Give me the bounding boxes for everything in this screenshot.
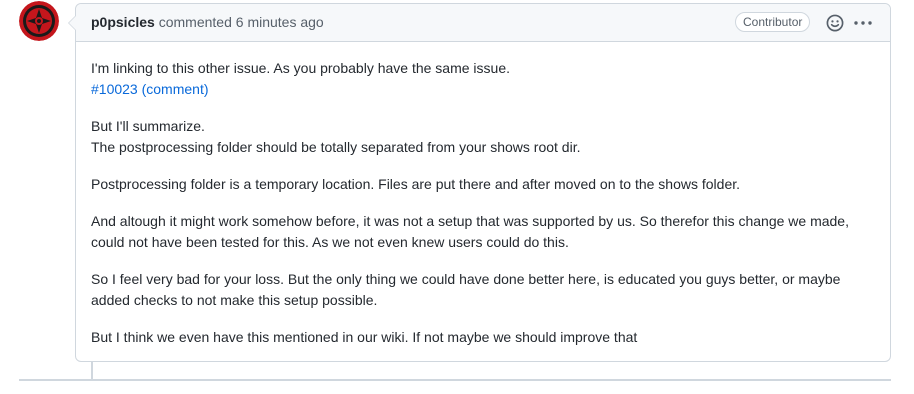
body-paragraph-6: But I think we even have this mentioned … — [91, 329, 638, 345]
kebab-horizontal-icon[interactable] — [853, 14, 873, 32]
avatar[interactable] — [19, 1, 59, 41]
comment-box: p0psicles commented 6 minutes ago Contri… — [68, 3, 891, 362]
comment-header-meta: p0psicles commented 6 minutes ago — [91, 14, 324, 30]
author-link[interactable]: p0psicles — [91, 14, 155, 30]
body-paragraph-5: So I feel very bad for your loss. But th… — [91, 271, 841, 308]
body-text: I'm linking to this other issue. As you … — [91, 60, 511, 76]
issue-comment-link[interactable]: #10023 (comment) — [91, 81, 209, 97]
body-paragraph-3: Postprocessing folder is a temporary loc… — [91, 176, 741, 192]
body-paragraph-2: But I'll summarize. The postprocessing f… — [91, 116, 875, 158]
comment-action: commented — [158, 14, 232, 30]
comment-header: p0psicles commented 6 minutes ago Contri… — [76, 4, 890, 42]
body-text: The postprocessing folder should be tota… — [91, 139, 581, 155]
smiley-icon[interactable] — [826, 14, 844, 32]
avatar-image — [19, 1, 59, 41]
role-badge: Contributor — [735, 12, 811, 32]
timeline-connector — [91, 361, 93, 379]
comment-body: I'm linking to this other issue. As you … — [76, 42, 890, 348]
body-paragraph-1: I'm linking to this other issue. As you … — [91, 58, 875, 100]
issue-timeline: p0psicles commented 6 minutes ago Contri… — [0, 0, 914, 394]
body-paragraph-4: And altough it might work somehow before… — [91, 213, 849, 250]
comment-timestamp[interactable]: 6 minutes ago — [236, 14, 324, 30]
comment-caret-fill — [69, 16, 76, 30]
timeline-divider — [19, 379, 891, 381]
body-text: But I'll summarize. — [91, 118, 205, 134]
